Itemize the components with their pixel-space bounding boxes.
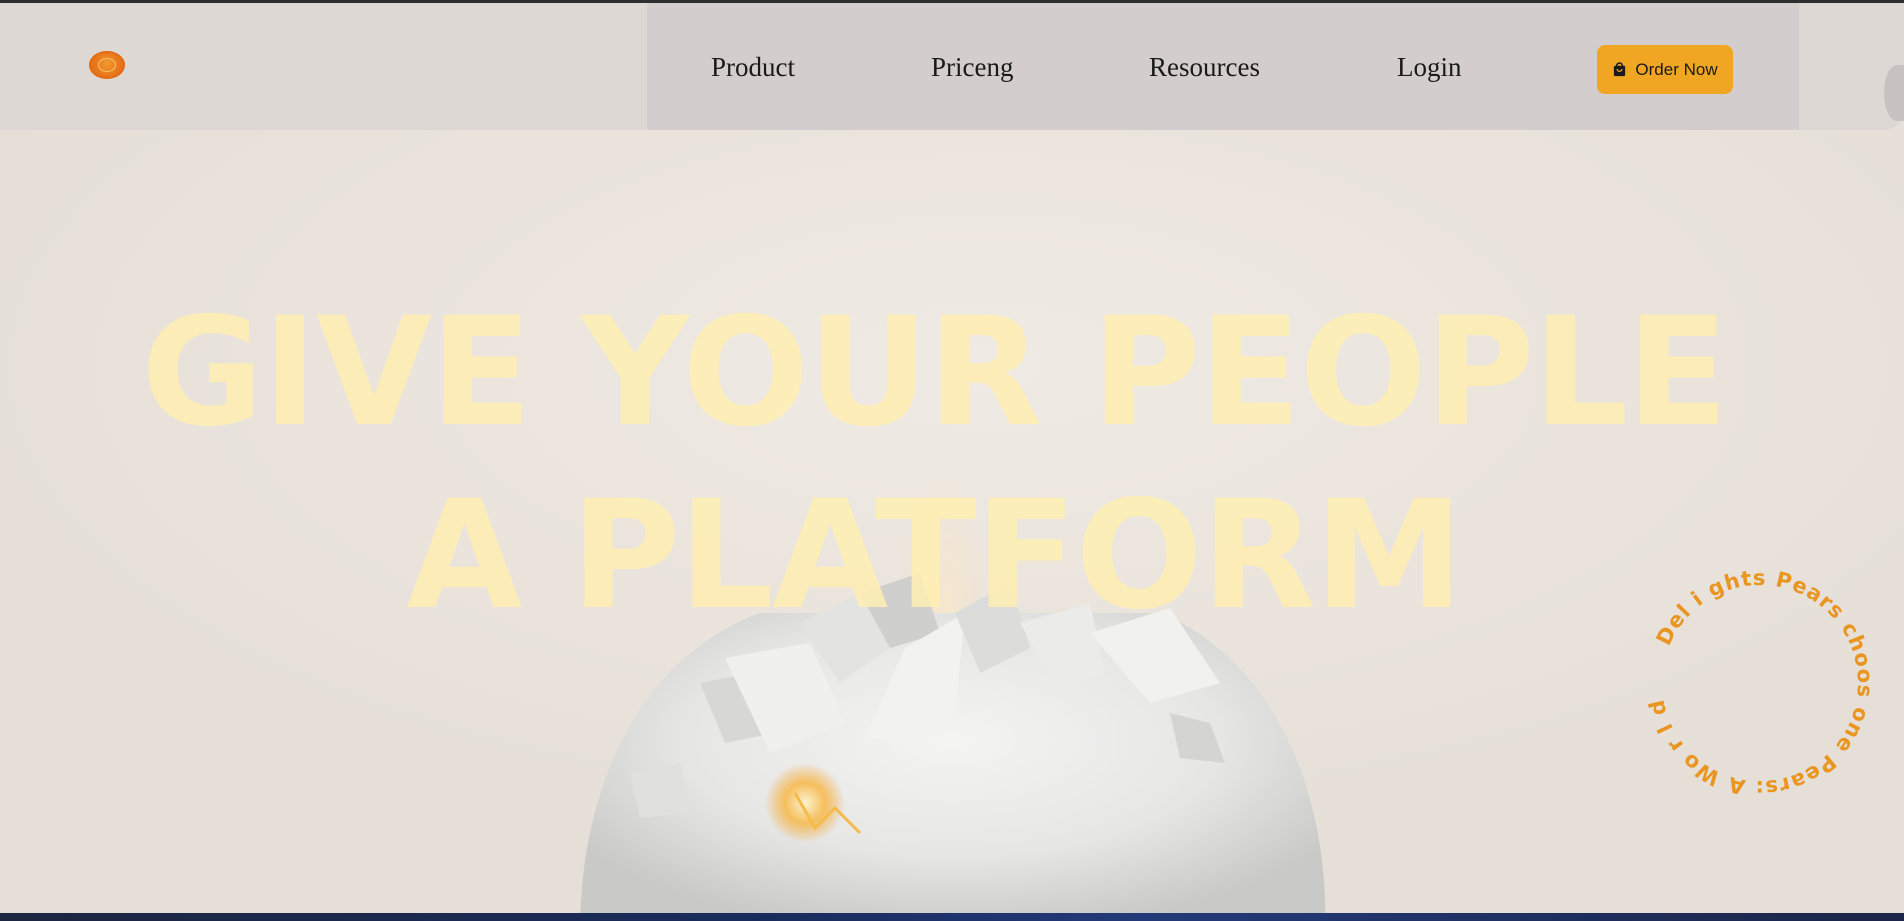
logo-mark: [98, 58, 116, 72]
shopping-bag-icon: [1614, 62, 1626, 77]
svg-text:Del i ghts Pears choos one: Del i ghts Pears choos one Pears: A Wo r…: [1640, 563, 1877, 800]
site-header: Product Priceng Resources Login Order No…: [0, 3, 1904, 130]
bottom-bar: [0, 913, 1904, 921]
edge-shape: [1884, 65, 1904, 121]
hero-headline-line1: GIVE YOUR PEOPLE: [141, 286, 1729, 460]
order-now-button[interactable]: Order Now: [1597, 45, 1733, 94]
nav-resources[interactable]: Resources: [1149, 51, 1260, 83]
logo-icon[interactable]: [89, 51, 125, 79]
nav-product[interactable]: Product: [711, 51, 795, 83]
hero-headline-line2: A PLATFORM: [406, 469, 1463, 643]
nav-pricing[interactable]: Priceng: [931, 51, 1013, 83]
order-now-label: Order Now: [1635, 59, 1718, 79]
page: Product Priceng Resources Login Order No…: [0, 3, 1904, 913]
nav-login[interactable]: Login: [1397, 51, 1462, 83]
circular-badge-text: Del i ghts Pears choos one Pears: A Wo r…: [1640, 563, 1876, 800]
circular-badge: Del i ghts Pears choos one Pears: A Wo r…: [1640, 563, 1877, 800]
